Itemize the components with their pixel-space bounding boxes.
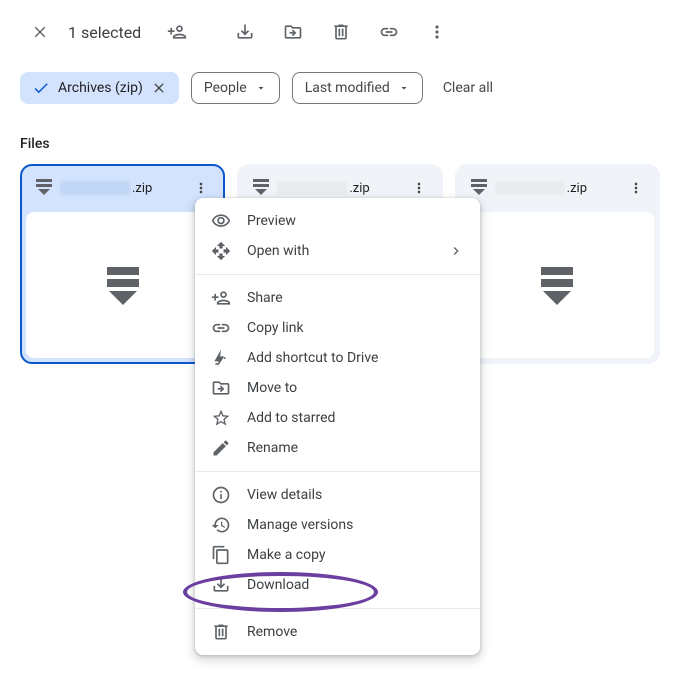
- folder-move-icon: [211, 378, 231, 398]
- menu-remove[interactable]: Remove: [195, 617, 480, 647]
- menu-preview[interactable]: Preview: [195, 206, 480, 236]
- history-icon: [211, 515, 231, 535]
- menu-move-to[interactable]: Move to: [195, 373, 480, 403]
- more-vert-icon: [411, 180, 427, 196]
- menu-label: Remove: [247, 624, 297, 640]
- download-icon: [211, 575, 231, 595]
- trash-icon: [331, 22, 351, 42]
- zip-large-icon: [539, 263, 575, 307]
- menu-view-details[interactable]: View details: [195, 480, 480, 510]
- file-name-redacted: [60, 181, 130, 195]
- close-selection-button[interactable]: [20, 12, 60, 52]
- menu-divider: [195, 274, 480, 275]
- dropdown-icon: [398, 82, 410, 94]
- more-actions-button[interactable]: [417, 12, 457, 52]
- chip-archives-zip[interactable]: Archives (zip): [20, 72, 179, 104]
- menu-download[interactable]: Download: [195, 570, 480, 600]
- file-extension: .zip: [567, 181, 587, 196]
- menu-label: Download: [247, 577, 309, 593]
- eye-icon: [211, 211, 231, 231]
- menu-label: Make a copy: [247, 547, 326, 563]
- menu-label: Manage versions: [247, 517, 353, 533]
- copy-icon: [211, 545, 231, 565]
- pencil-icon: [211, 438, 231, 458]
- section-title-files: Files: [0, 112, 680, 164]
- chip-people[interactable]: People: [191, 72, 280, 104]
- selection-toolbar: 1 selected: [0, 0, 680, 64]
- download-icon: [235, 22, 255, 42]
- file-card[interactable]: .zip: [455, 164, 660, 364]
- zip-file-icon: [471, 179, 487, 197]
- menu-manage-versions[interactable]: Manage versions: [195, 510, 480, 540]
- menu-divider: [195, 608, 480, 609]
- file-name-redacted: [495, 181, 565, 195]
- info-icon: [211, 485, 231, 505]
- menu-copy-link[interactable]: Copy link: [195, 313, 480, 343]
- more-vert-icon: [193, 180, 209, 196]
- dropdown-icon: [255, 82, 267, 94]
- menu-label: Share: [247, 290, 283, 306]
- more-vert-icon: [427, 22, 447, 42]
- drive-shortcut-icon: [211, 348, 231, 368]
- zip-file-icon: [36, 179, 52, 197]
- menu-label: Move to: [247, 380, 297, 396]
- file-more-button[interactable]: [189, 176, 213, 200]
- star-icon: [211, 408, 231, 428]
- context-menu: Preview Open with Share Copy link Add sh…: [195, 198, 480, 655]
- menu-label: Rename: [247, 440, 298, 456]
- download-button[interactable]: [225, 12, 265, 52]
- menu-label: Add to starred: [247, 410, 335, 426]
- trash-icon: [211, 622, 231, 642]
- menu-rename[interactable]: Rename: [195, 433, 480, 463]
- link-icon: [379, 22, 399, 42]
- menu-add-starred[interactable]: Add to starred: [195, 403, 480, 433]
- chevron-right-icon: [448, 243, 464, 259]
- close-icon: [31, 23, 49, 41]
- chip-label: People: [204, 80, 247, 96]
- selected-count: 1 selected: [68, 23, 141, 42]
- file-more-button[interactable]: [407, 176, 431, 200]
- file-preview: [26, 212, 219, 358]
- file-preview: [461, 212, 654, 358]
- menu-label: Copy link: [247, 320, 304, 336]
- chip-remove-button[interactable]: [151, 80, 167, 96]
- file-more-button[interactable]: [624, 176, 648, 200]
- menu-open-with[interactable]: Open with: [195, 236, 480, 266]
- chip-last-modified[interactable]: Last modified: [292, 72, 423, 104]
- delete-button[interactable]: [321, 12, 361, 52]
- menu-add-shortcut[interactable]: Add shortcut to Drive: [195, 343, 480, 373]
- folder-move-icon: [283, 22, 303, 42]
- open-with-icon: [211, 241, 231, 261]
- file-name-redacted: [277, 181, 347, 195]
- chip-label: Last modified: [305, 80, 390, 96]
- more-vert-icon: [628, 180, 644, 196]
- move-button[interactable]: [273, 12, 313, 52]
- menu-divider: [195, 471, 480, 472]
- get-link-button[interactable]: [369, 12, 409, 52]
- check-icon: [32, 79, 50, 97]
- menu-label: Preview: [247, 213, 296, 229]
- menu-label: Add shortcut to Drive: [247, 350, 378, 366]
- share-button[interactable]: [157, 12, 197, 52]
- person-add-icon: [211, 288, 231, 308]
- menu-label: Open with: [247, 243, 309, 259]
- close-icon: [151, 80, 167, 96]
- file-extension: .zip: [132, 181, 152, 196]
- file-header: .zip: [455, 164, 660, 212]
- link-icon: [211, 318, 231, 338]
- file-extension: .zip: [349, 181, 369, 196]
- menu-label: View details: [247, 487, 322, 503]
- zip-file-icon: [253, 179, 269, 197]
- zip-large-icon: [105, 263, 141, 307]
- menu-share[interactable]: Share: [195, 283, 480, 313]
- menu-make-copy[interactable]: Make a copy: [195, 540, 480, 570]
- filters-row: Archives (zip) People Last modified Clea…: [0, 64, 680, 112]
- clear-all-button[interactable]: Clear all: [435, 80, 501, 96]
- person-add-icon: [167, 22, 187, 42]
- chip-label: Archives (zip): [58, 80, 143, 96]
